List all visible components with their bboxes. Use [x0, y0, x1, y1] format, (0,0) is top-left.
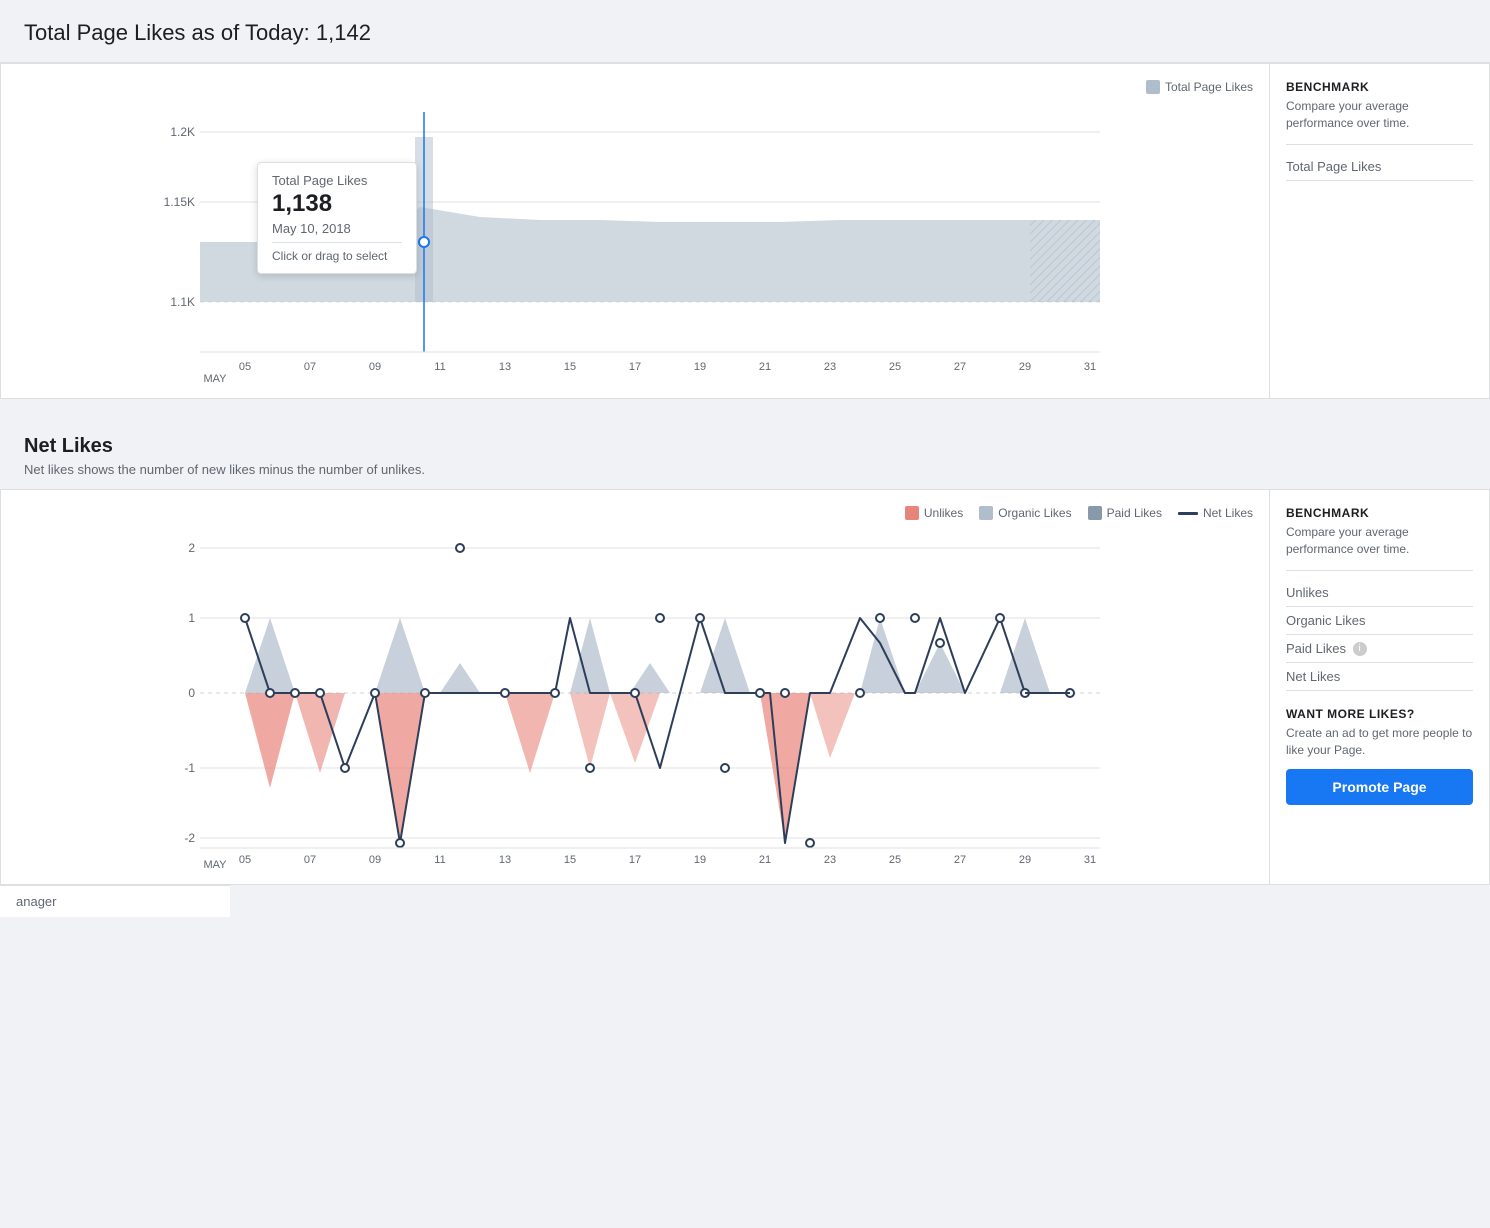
- svg-text:11: 11: [434, 361, 445, 373]
- total-likes-title: Total Page Likes as of Today: 1,142: [24, 20, 1466, 46]
- svg-text:07: 07: [304, 361, 316, 373]
- svg-text:25: 25: [889, 361, 901, 373]
- legend-item-net: Net Likes: [1178, 506, 1253, 520]
- legend-label-net: Net Likes: [1203, 506, 1253, 520]
- chart-legend-1: Total Page Likes: [17, 80, 1253, 94]
- svg-text:09: 09: [369, 361, 381, 373]
- benchmark-title-2: BENCHMARK: [1286, 506, 1473, 520]
- benchmark-item-net-likes[interactable]: Net Likes: [1286, 663, 1473, 691]
- legend-item-total-page-likes: Total Page Likes: [1146, 80, 1253, 94]
- chart-main-1: Total Page Likes 1.2K 1.15K 1.1K: [1, 64, 1269, 398]
- want-more-title: WANT MORE LIKES?: [1286, 707, 1473, 721]
- legend-label-organic: Organic Likes: [998, 506, 1071, 520]
- svg-text:15: 15: [564, 361, 576, 373]
- chart-main-2: Unlikes Organic Likes Paid Likes Net Lik…: [1, 490, 1269, 884]
- net-likes-title: Net Likes: [24, 435, 1466, 458]
- svg-text:19: 19: [694, 854, 706, 866]
- svg-text:23: 23: [824, 854, 836, 866]
- benchmark-item-total-page-likes[interactable]: Total Page Likes: [1286, 153, 1473, 181]
- svg-text:07: 07: [304, 854, 316, 866]
- svg-text:21: 21: [759, 854, 771, 866]
- svg-text:1: 1: [188, 611, 195, 625]
- svg-text:13: 13: [499, 854, 511, 866]
- svg-text:27: 27: [954, 854, 966, 866]
- svg-text:17: 17: [629, 854, 641, 866]
- svg-text:1.1K: 1.1K: [170, 295, 195, 309]
- svg-text:15: 15: [564, 854, 576, 866]
- benchmark-desc-2: Compare your average performance over ti…: [1286, 524, 1473, 558]
- svg-text:13: 13: [499, 361, 511, 373]
- paid-likes-info-icon[interactable]: i: [1353, 642, 1367, 656]
- svg-text:05: 05: [239, 854, 251, 866]
- svg-text:19: 19: [694, 361, 706, 373]
- net-likes-chart-area[interactable]: 2 1 0 -1 -2: [17, 528, 1253, 868]
- tooltip-date: May 10, 2018: [272, 221, 402, 243]
- svg-text:MAY: MAY: [203, 859, 227, 868]
- benchmark-title-1: BENCHMARK: [1286, 80, 1473, 94]
- svg-text:05: 05: [239, 361, 251, 373]
- chart-legend-2: Unlikes Organic Likes Paid Likes Net Lik…: [17, 506, 1253, 520]
- svg-text:09: 09: [369, 854, 381, 866]
- legend-item-unlikes: Unlikes: [905, 506, 963, 520]
- benchmark-item-unlikes[interactable]: Unlikes: [1286, 579, 1473, 607]
- svg-text:27: 27: [954, 361, 966, 373]
- chart-sidebar-2: BENCHMARK Compare your average performan…: [1269, 490, 1489, 884]
- chart-tooltip: Total Page Likes 1,138 May 10, 2018 Clic…: [257, 162, 417, 274]
- legend-color-total: [1146, 80, 1160, 94]
- net-likes-svg: 2 1 0 -1 -2: [17, 528, 1253, 868]
- tooltip-title: Total Page Likes: [272, 173, 402, 188]
- legend-label-paid: Paid Likes: [1107, 506, 1162, 520]
- want-more-section: WANT MORE LIKES? Create an ad to get mor…: [1286, 707, 1473, 805]
- legend-color-unlikes: [905, 506, 919, 520]
- benchmark-desc-1: Compare your average performance over ti…: [1286, 98, 1473, 132]
- legend-item-organic: Organic Likes: [979, 506, 1071, 520]
- chart-section-1: Total Page Likes 1.2K 1.15K 1.1K: [0, 63, 1490, 399]
- manager-bar: anager: [0, 885, 230, 917]
- svg-text:23: 23: [824, 361, 836, 373]
- legend-item-paid: Paid Likes: [1088, 506, 1162, 520]
- svg-text:MAY: MAY: [203, 373, 227, 382]
- benchmark-divider-2: [1286, 570, 1473, 571]
- chart-area-1[interactable]: 1.2K 1.15K 1.1K: [17, 102, 1253, 382]
- svg-text:-1: -1: [184, 761, 195, 775]
- legend-label-total: Total Page Likes: [1165, 80, 1253, 94]
- legend-color-paid: [1088, 506, 1102, 520]
- total-likes-header: Total Page Likes as of Today: 1,142: [0, 0, 1490, 63]
- legend-color-net: [1178, 512, 1198, 515]
- svg-text:0: 0: [188, 686, 195, 700]
- tooltip-action: Click or drag to select: [272, 249, 402, 263]
- svg-text:1.2K: 1.2K: [170, 125, 195, 139]
- paid-likes-label: Paid Likes: [1286, 641, 1346, 656]
- promote-page-button[interactable]: Promote Page: [1286, 769, 1473, 805]
- benchmark-item-paid-likes[interactable]: Paid Likes i: [1286, 635, 1473, 664]
- svg-text:31: 31: [1084, 361, 1096, 373]
- svg-text:29: 29: [1019, 854, 1031, 866]
- svg-text:21: 21: [759, 361, 771, 373]
- svg-text:2: 2: [188, 541, 195, 555]
- benchmark-item-organic-likes[interactable]: Organic Likes: [1286, 607, 1473, 635]
- svg-text:11: 11: [434, 854, 445, 866]
- chart-sidebar-1: BENCHMARK Compare your average performan…: [1269, 64, 1489, 398]
- tooltip-value: 1,138: [272, 190, 402, 219]
- svg-text:1.15K: 1.15K: [164, 195, 195, 209]
- page-wrapper: Total Page Likes as of Today: 1,142 Tota…: [0, 0, 1490, 1228]
- legend-label-unlikes: Unlikes: [924, 506, 963, 520]
- svg-text:-2: -2: [184, 831, 195, 845]
- benchmark-divider-1: [1286, 144, 1473, 145]
- svg-text:29: 29: [1019, 361, 1031, 373]
- svg-text:25: 25: [889, 854, 901, 866]
- chart-svg-1: 1.2K 1.15K 1.1K: [17, 102, 1253, 382]
- net-likes-desc: Net likes shows the number of new likes …: [24, 462, 1466, 477]
- legend-color-organic: [979, 506, 993, 520]
- svg-text:17: 17: [629, 361, 641, 373]
- svg-text:31: 31: [1084, 854, 1096, 866]
- chart-section-2: Unlikes Organic Likes Paid Likes Net Lik…: [0, 489, 1490, 885]
- want-more-desc: Create an ad to get more people to like …: [1286, 725, 1473, 759]
- net-likes-section-header: Net Likes Net likes shows the number of …: [0, 415, 1490, 489]
- manager-label: anager: [16, 894, 56, 909]
